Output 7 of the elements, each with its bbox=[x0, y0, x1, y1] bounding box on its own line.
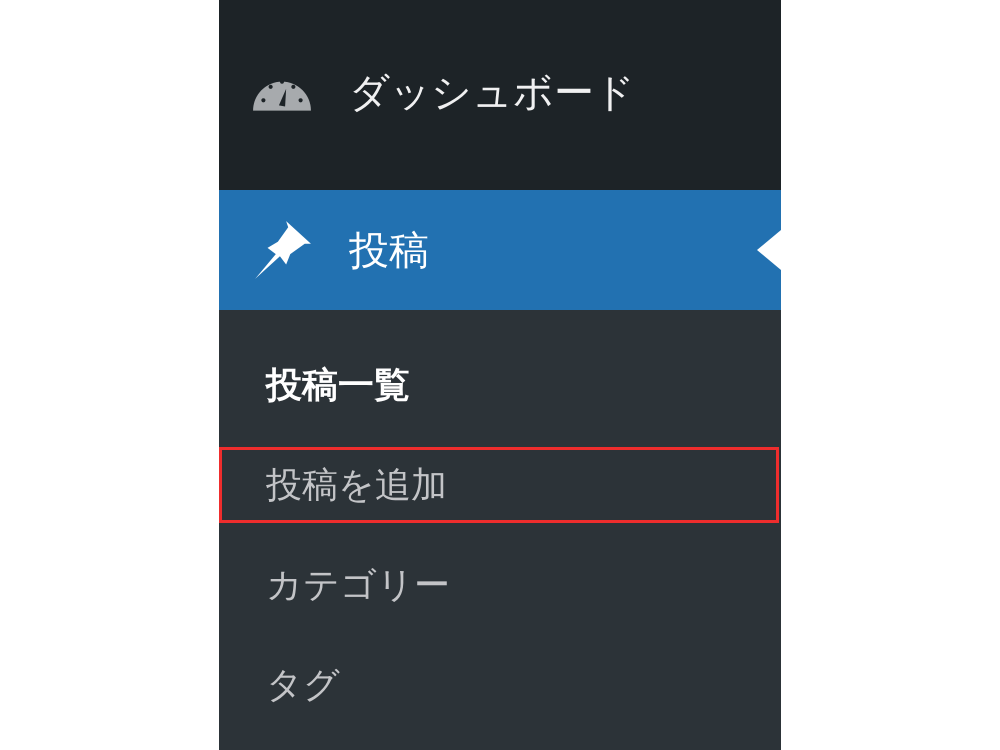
menu-item[interactable]: 投稿 bbox=[219, 190, 781, 310]
submenu-item[interactable]: 投稿を追加 bbox=[219, 447, 779, 523]
menu-item[interactable]: ダッシュボード bbox=[219, 32, 781, 152]
current-pointer-icon bbox=[757, 230, 781, 270]
submenu-item[interactable]: タグ bbox=[219, 647, 779, 723]
submenu-item[interactable]: カテゴリー bbox=[219, 547, 779, 623]
submenu-item[interactable]: 投稿一覧 bbox=[219, 347, 779, 423]
